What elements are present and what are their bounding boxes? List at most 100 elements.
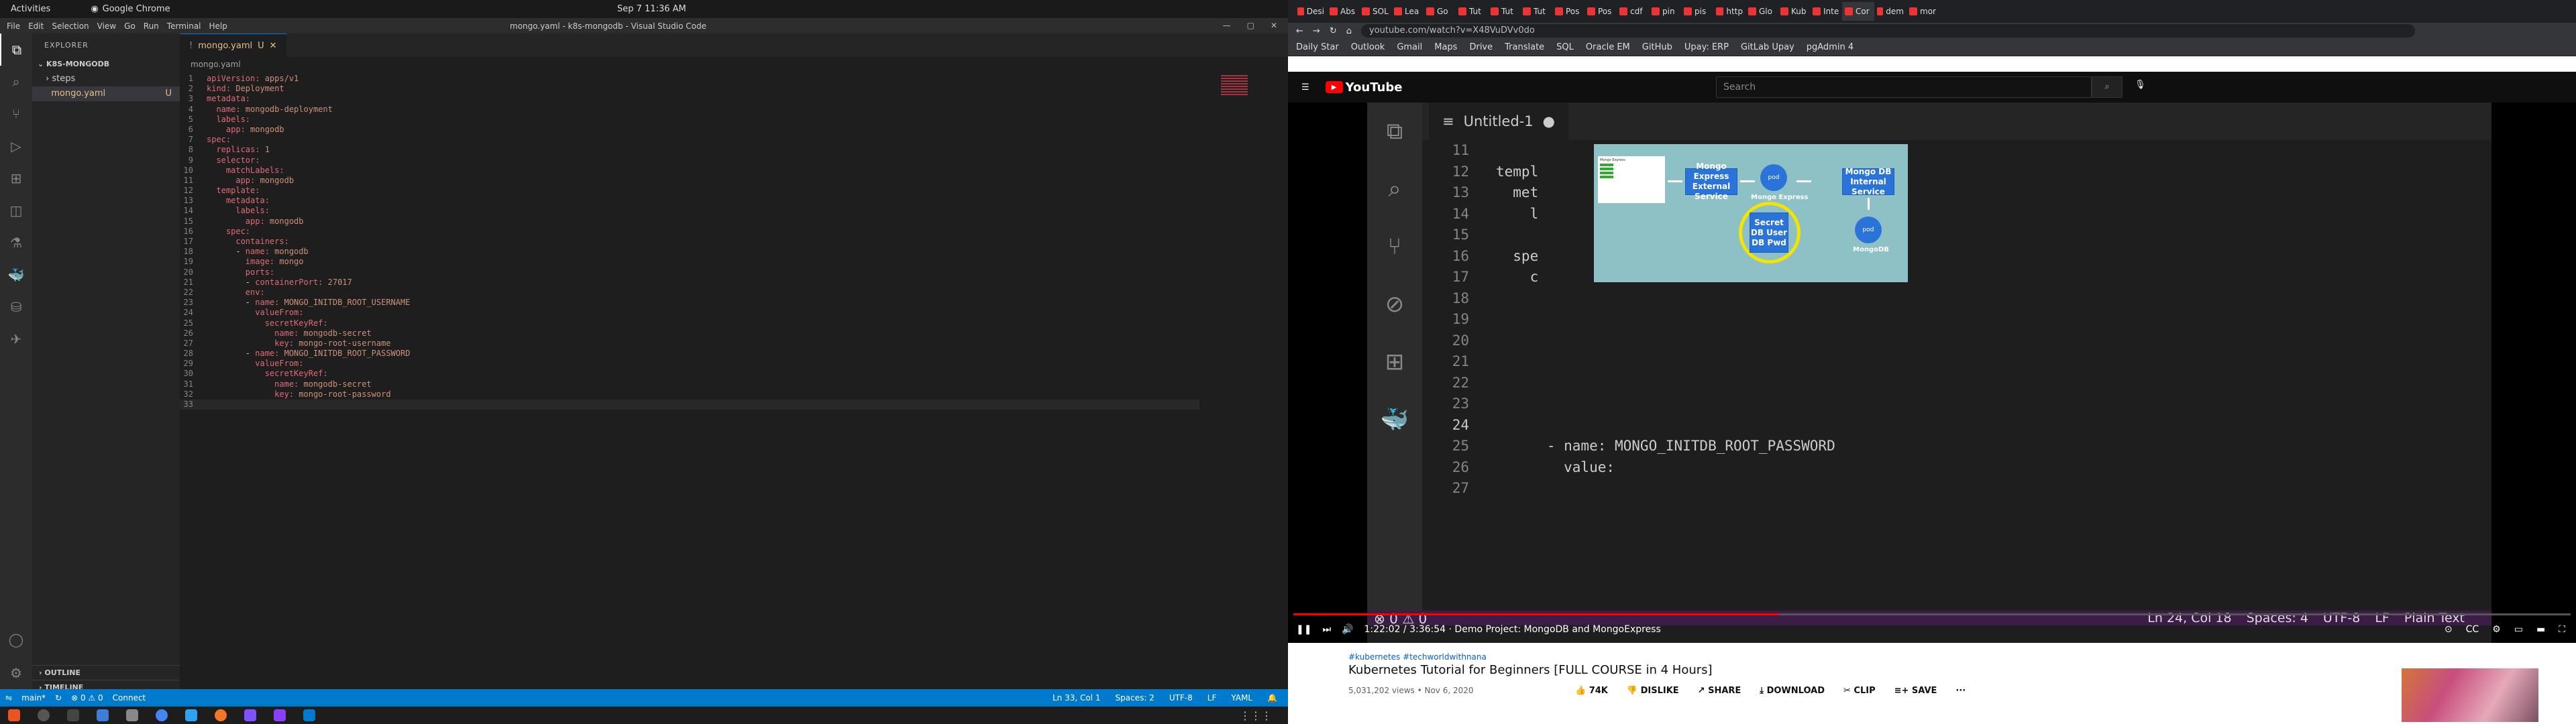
terminal-icon[interactable] [67,709,79,721]
ide-icon[interactable] [244,709,256,721]
activities-button[interactable]: Activities [11,4,50,14]
files-icon[interactable] [97,709,109,721]
ad-thumbnail[interactable] [2402,668,2538,722]
source-control-icon[interactable]: ⑂ [0,98,32,130]
code-line[interactable]: 19 image: mongo [180,257,1199,267]
code-line[interactable]: 28 - name: MONGO_INITDB_ROOT_PASSWORD [180,349,1199,359]
settings-gear-icon[interactable]: ⚙ [0,657,32,689]
theater-icon[interactable]: ▬ [2536,624,2545,635]
browser-tab[interactable]: Pos [1585,2,1617,21]
captions-icon[interactable]: CC [2466,624,2479,635]
browser-tab[interactable]: Abs [1327,2,1359,21]
microphone-icon[interactable]: 🎙 [2135,80,2146,90]
action-button[interactable]: ··· [1955,686,1966,696]
run-debug-icon[interactable]: ▷ [0,130,32,162]
code-editor[interactable]: 1 apiVersion: apps/v1 2 kind: Deployment 3 me… [180,74,1199,410]
close-icon[interactable]: ✕ [1271,21,1277,30]
forward-icon[interactable]: → [1313,26,1320,36]
action-button[interactable]: 👎 DISLIKE [1627,686,1679,696]
code-line[interactable]: 12 template: [180,186,1199,196]
browser-tab[interactable]: Kub [1778,2,1810,21]
browser-tab[interactable]: Tut [1520,2,1552,21]
bookmark[interactable]: Translate [1505,42,1544,52]
cursor-position[interactable]: Ln 33, Col 1 [1053,693,1101,703]
menu-item[interactable]: Edit [28,21,44,31]
browser-tab[interactable]: Tut [1488,2,1520,21]
database-icon[interactable]: ⛁ [0,291,32,323]
bookmark[interactable]: Upay: ERP [1684,42,1729,52]
browser-tab[interactable]: Cor [1842,2,1874,21]
settings-icon[interactable]: ⚙ [2492,624,2501,635]
autoplay-toggle[interactable]: ⊙ [2445,624,2453,635]
files-app-icon[interactable] [126,709,138,721]
app-menu[interactable]: ◉ Google Chrome [91,4,170,14]
docker-app-icon[interactable] [185,709,197,721]
hamburger-menu-icon[interactable]: ☰ [1301,82,1309,93]
code-line[interactable]: 2 kind: Deployment [180,84,1199,94]
remote-icon[interactable]: ◫ [0,194,32,227]
chrome-app-icon[interactable] [156,709,168,721]
menu-item[interactable]: Help [209,21,227,31]
browser-tab[interactable]: Tut [1456,2,1488,21]
bookmark[interactable]: Outlook [1351,42,1385,52]
ubuntu-icon[interactable] [8,709,20,721]
account-icon[interactable]: ◯ [0,623,32,656]
fullscreen-icon[interactable]: ⛶ [2559,624,2565,635]
code-line[interactable]: 6 app: mongodb [180,125,1199,135]
code-line[interactable]: 31 name: mongodb-secret [180,379,1199,389]
menu-item[interactable]: Selection [52,21,89,31]
testing-icon[interactable]: ⚗ [0,227,32,259]
code-line[interactable]: 33 [180,400,1199,410]
action-button[interactable]: 👍 74K [1575,686,1608,696]
search-input[interactable]: Search [1716,76,2092,98]
browser-tab[interactable]: Go [1424,2,1456,21]
code-line[interactable]: 8 replicas: 1 [180,145,1199,155]
minimap[interactable] [1221,74,1248,114]
code-line[interactable]: 23 - name: MONGO_INITDB_ROOT_USERNAME [180,298,1199,308]
indentation[interactable]: Spaces: 2 [1116,693,1155,703]
code-line[interactable]: 17 containers: [180,237,1199,247]
project-folder[interactable]: ⌄ K8S-MONGODB [32,57,180,72]
action-button[interactable]: ↗ SHARE [1698,686,1741,696]
code-line[interactable]: 10 matchLabels: [180,166,1199,176]
dbeaver-icon[interactable] [274,709,286,721]
browser-tab[interactable]: pin [1649,2,1681,21]
code-line[interactable]: 14 labels: [180,206,1199,216]
pause-icon[interactable]: ❚❚ [1296,624,1311,635]
volume-icon[interactable]: 🔊 [1342,624,1353,635]
action-button[interactable]: ⤓ DOWNLOAD [1760,686,1825,696]
browser-tab[interactable]: mor [1907,2,1939,21]
menu-item[interactable]: Terminal [167,21,201,31]
bookmark[interactable]: GitLab Upay [1741,42,1794,52]
code-line[interactable]: 7 spec: [180,135,1199,145]
menu-item[interactable]: Run [144,21,159,31]
notifications-icon[interactable]: 🔔 [1267,693,1277,703]
postman-icon[interactable] [215,709,227,721]
browser-tab[interactable]: Inte [1810,2,1842,21]
docker-icon[interactable]: 🐳 [0,259,32,291]
address-bar[interactable]: youtube.com/watch?v=X48VuDVv0do [1360,24,2415,38]
bookmark[interactable]: GitHub [1642,42,1672,52]
code-line[interactable]: 5 labels: [180,115,1199,125]
code-line[interactable]: 21 - containerPort: 27017 [180,278,1199,288]
bookmark[interactable]: Gmail [1397,42,1422,52]
code-line[interactable]: 16 spec: [180,227,1199,237]
code-line[interactable]: 15 app: mongodb [180,217,1199,227]
code-line[interactable]: 24 valueFrom: [180,308,1199,318]
browser-tab[interactable]: http [1713,2,1746,21]
app-grid-icon[interactable]: ⋮⋮⋮ [1240,709,1272,722]
browser-tab[interactable]: Glo [1746,2,1778,21]
settings-app-icon[interactable] [38,709,50,721]
bookmark[interactable]: Drive [1469,42,1493,52]
code-line[interactable]: 9 selector: [180,156,1199,166]
eol[interactable]: LF [1208,693,1217,703]
code-line[interactable]: 18 - name: mongodb [180,247,1199,257]
browser-tab[interactable]: Lea [1391,2,1424,21]
miniplayer-icon[interactable]: ▭ [2514,624,2523,635]
encoding[interactable]: UTF-8 [1169,693,1193,703]
code-line[interactable]: 20 ports: [180,267,1199,278]
video-player[interactable]: ⧉ ⌕ ⑂ ⊘ ⊞ 🐳 ≡ Untitled-1 ● 11 12 templ 13 m… [1288,103,2576,643]
reload-icon[interactable]: ↻ [1330,26,1337,36]
search-icon[interactable]: ⌕ [0,66,32,98]
code-line[interactable]: 11 app: mongodb [180,176,1199,186]
